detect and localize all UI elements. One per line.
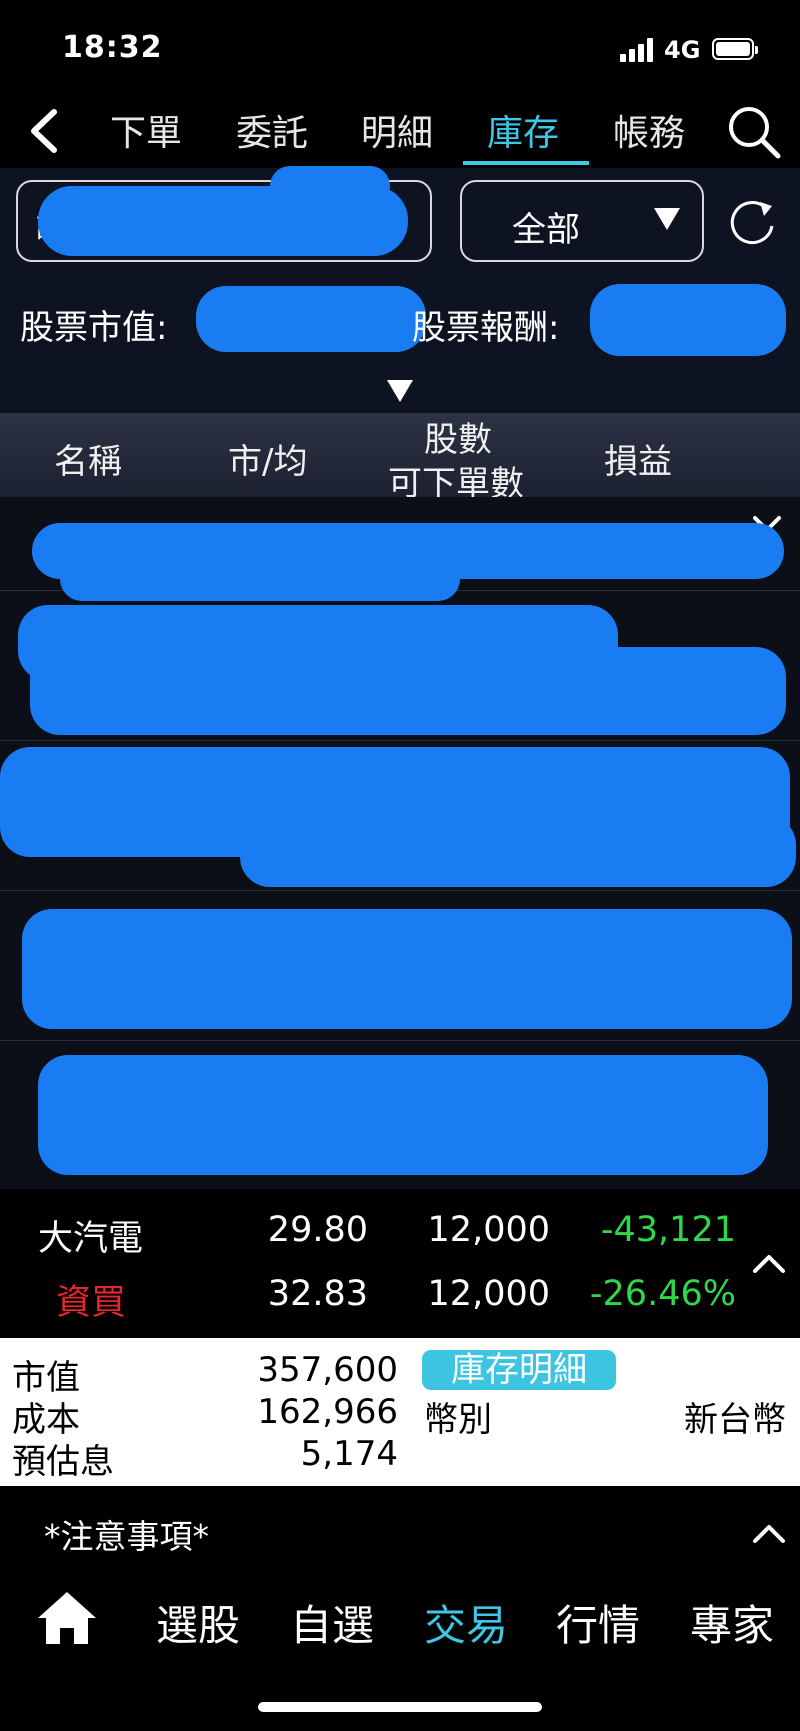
home-indicator: [258, 1702, 542, 1712]
active-tab-indicator: [463, 161, 589, 165]
trade-type: 資買: [56, 1283, 127, 1323]
search-icon[interactable]: [726, 104, 782, 160]
network-type: 4G: [664, 36, 701, 64]
home-icon[interactable]: [36, 1590, 98, 1646]
nav-watchlist[interactable]: 自選: [290, 1592, 374, 1653]
currency-label: 幣別: [424, 1400, 492, 1440]
detail-est-interest-label: 預估息: [12, 1442, 114, 1482]
currency-value: 新台幣: [684, 1400, 786, 1440]
redacted-row: [240, 815, 796, 887]
tab-accounts[interactable]: 帳務: [613, 104, 685, 156]
redaction-mark: [270, 166, 390, 206]
tab-details[interactable]: 明細: [361, 104, 433, 156]
scope-label: 全部: [512, 210, 580, 250]
notice-link[interactable]: *注意事項*: [44, 1510, 209, 1558]
detail-market-value: 357,600: [257, 1350, 398, 1390]
expand-summary-icon[interactable]: [387, 380, 413, 402]
tab-order[interactable]: 下單: [110, 104, 182, 156]
detail-cost: 162,966: [257, 1392, 398, 1432]
shares: 12,000: [427, 1210, 550, 1250]
avg-price: 32.83: [267, 1274, 368, 1314]
nav-experts[interactable]: 專家: [690, 1592, 774, 1653]
status-time: 18:32: [62, 30, 163, 65]
inventory-detail-button[interactable]: 庫存明細: [422, 1350, 616, 1390]
redacted-row: [38, 1055, 768, 1175]
signal-icon: [620, 38, 656, 62]
scope-dropdown[interactable]: 全部: [460, 180, 704, 262]
col-shares: 股數: [424, 420, 492, 460]
market-value-label: 股票市值:: [20, 308, 168, 348]
dropdown-arrow-icon: [654, 208, 680, 230]
back-icon[interactable]: [24, 106, 68, 156]
nav-stock-picker[interactable]: 選股: [156, 1592, 240, 1653]
nav-trade[interactable]: 交易: [424, 1592, 508, 1653]
nav-quotes[interactable]: 行情: [556, 1592, 640, 1653]
orderable-shares: 12,000: [427, 1274, 550, 1314]
stock-name[interactable]: 大汽電: [38, 1210, 143, 1261]
col-price-avg: 市/均: [228, 442, 308, 482]
chevron-up-icon[interactable]: [752, 1252, 786, 1274]
market-value-redacted: [196, 286, 426, 352]
redacted-row: [22, 909, 792, 1029]
detail-est-interest: 5,174: [300, 1434, 398, 1474]
pnl-amount: -43,121: [600, 1210, 736, 1250]
redacted-row: [60, 557, 460, 601]
market-price: 29.80: [267, 1210, 368, 1250]
return-label: 股票報酬:: [412, 308, 560, 348]
col-name: 名稱: [54, 442, 122, 482]
tab-entrust[interactable]: 委託: [236, 104, 308, 156]
tab-inventory[interactable]: 庫存: [487, 104, 559, 156]
battery-icon: [712, 38, 758, 60]
holdings-list[interactable]: [0, 497, 800, 1189]
pnl-percent: -26.46%: [589, 1274, 736, 1314]
col-pnl: 損益: [604, 442, 672, 482]
chevron-up-icon[interactable]: [752, 1522, 786, 1544]
return-redacted: [590, 284, 786, 356]
refresh-icon[interactable]: [726, 196, 778, 248]
redacted-row: [30, 647, 786, 735]
